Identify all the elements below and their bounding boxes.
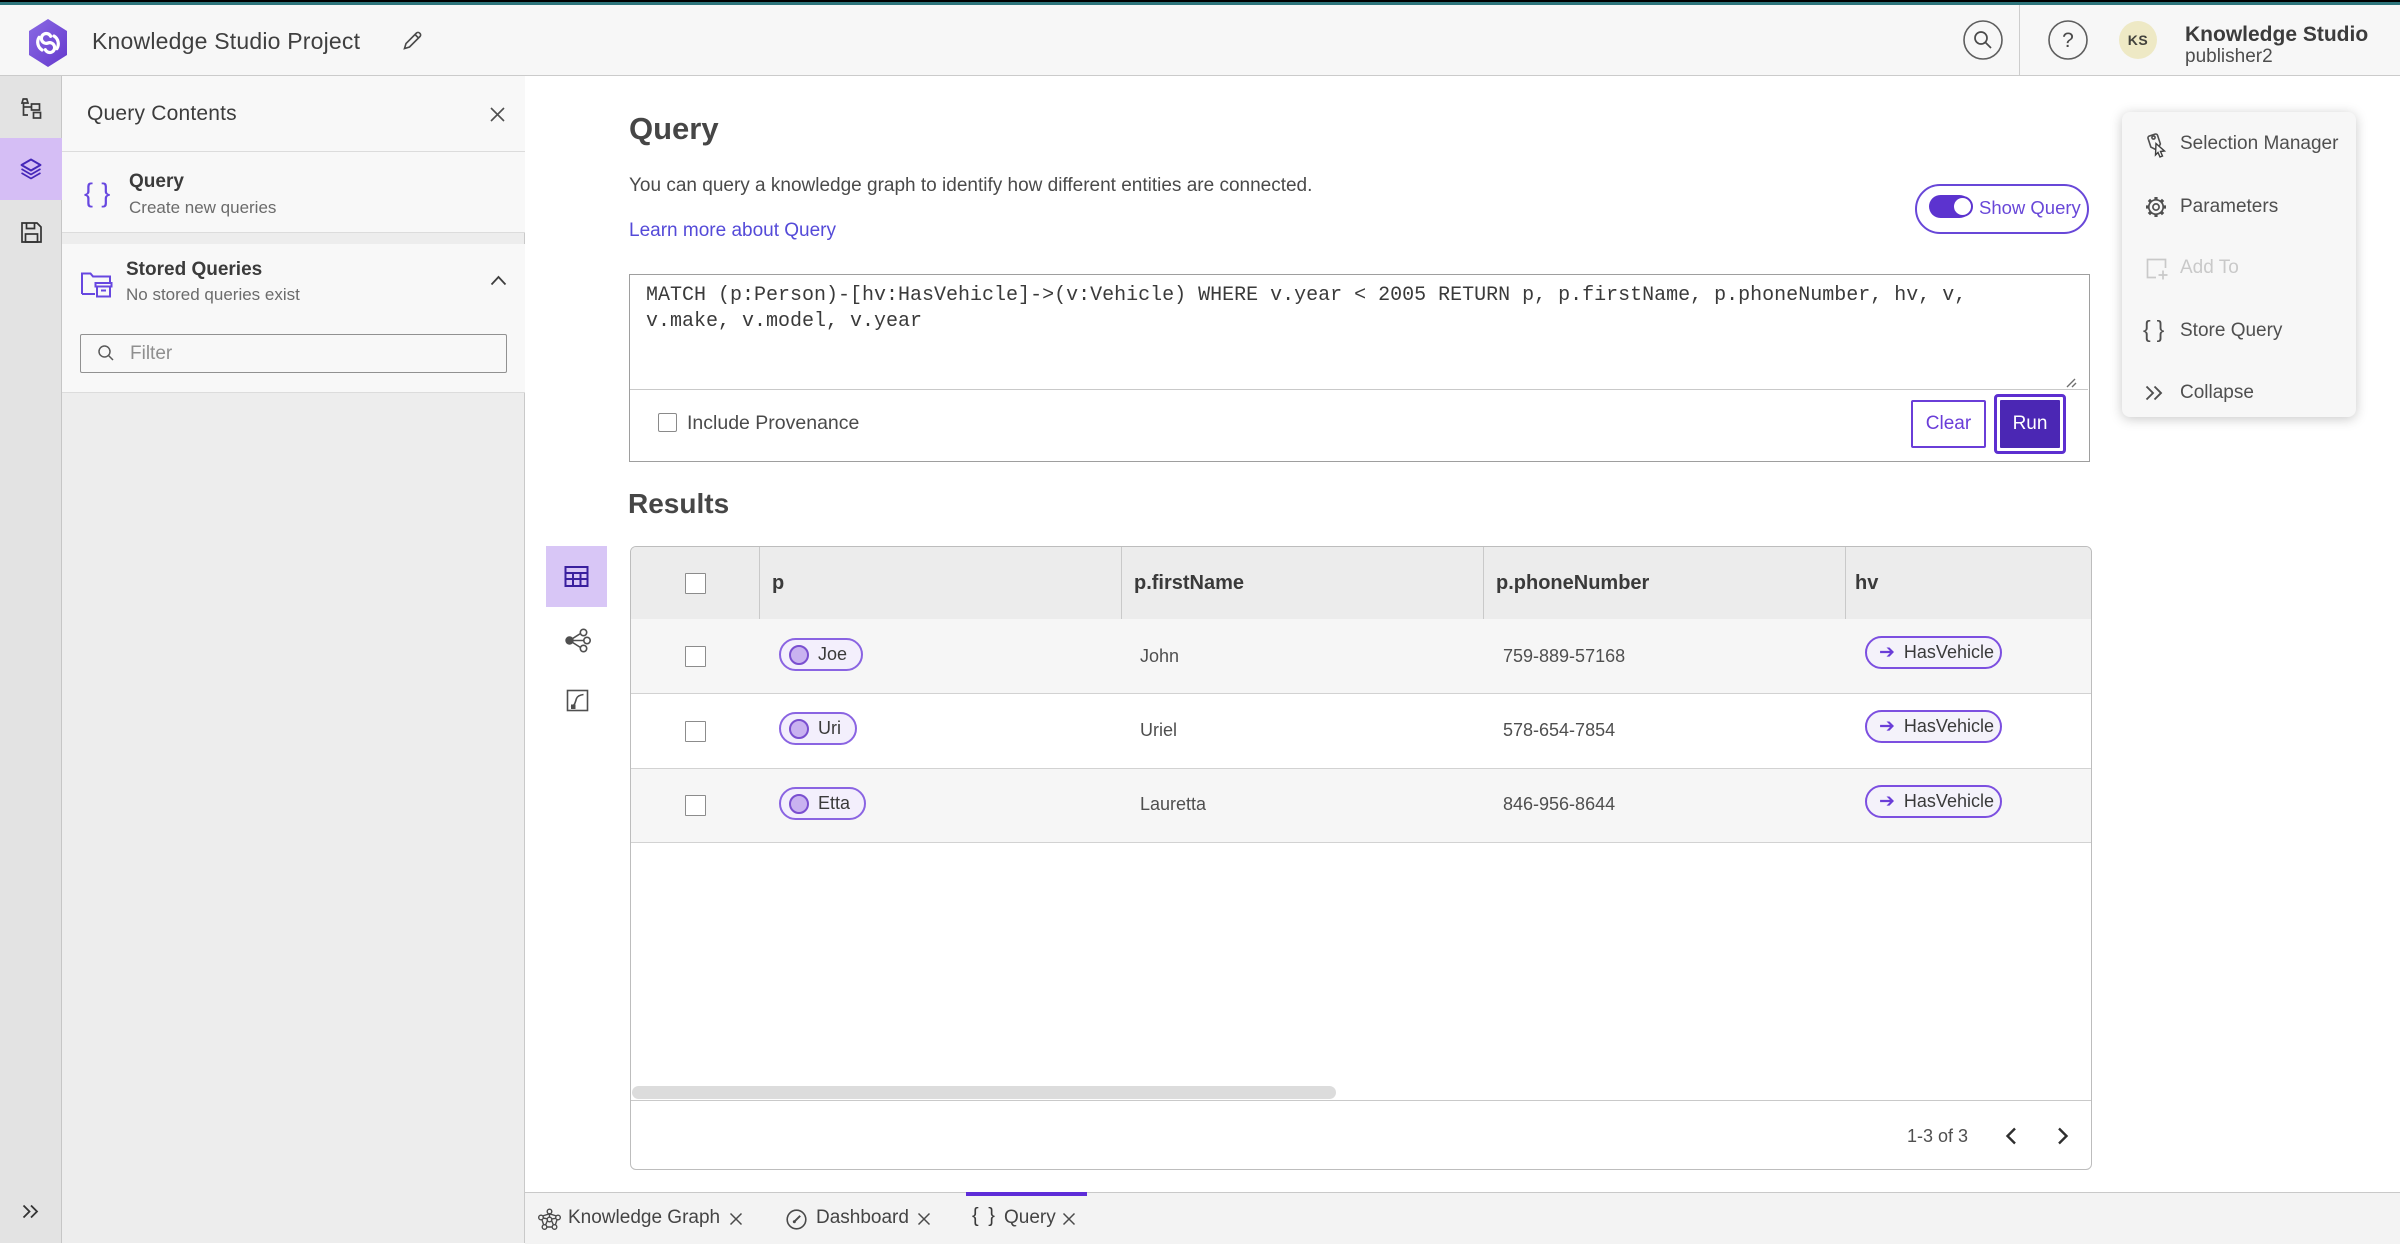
svg-text:?: ? [2062,29,2074,52]
